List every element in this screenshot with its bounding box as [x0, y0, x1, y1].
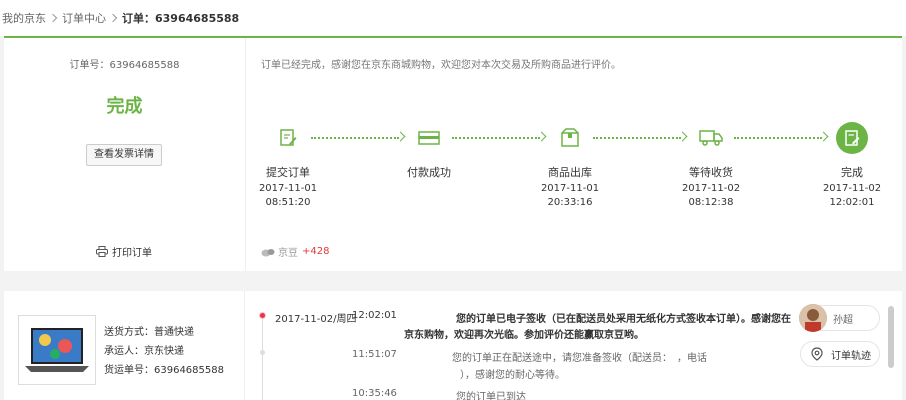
- track-text: ，电话: [677, 353, 707, 364]
- timeline-dot: [260, 350, 265, 355]
- edit-doc-icon: [272, 122, 304, 154]
- step-date: 2017-11-02: [681, 183, 741, 194]
- courier-name: 孙超: [833, 314, 853, 326]
- step-name: 完成: [841, 166, 863, 179]
- bean-icon: [261, 248, 275, 256]
- order-number: 订单号：63964685588: [69, 60, 180, 71]
- shipping-info: 送货方式：普通快递 承运人：京东快递 货运单号：63964685588: [104, 323, 224, 380]
- shipping-tracking-number: 货运单号：63964685588: [104, 365, 224, 376]
- track-time: 10:35:46: [352, 388, 397, 399]
- chevron-right-icon: [48, 13, 58, 23]
- step-name: 商品出库: [548, 166, 592, 179]
- step-time: 12:02:01: [829, 197, 875, 208]
- track-time: 11:51:07: [352, 349, 397, 360]
- track-time: 12:02:01: [352, 310, 397, 321]
- step-date: 2017-11-01: [540, 183, 600, 194]
- check-doc-icon: [836, 122, 868, 154]
- progress-step-delivering: 等待收货 2017-11-02 08:12:38: [666, 122, 756, 210]
- print-order-link[interactable]: 打印订单: [96, 244, 152, 259]
- progress-step-outbound: 商品出库 2017-11-01 20:33:16: [525, 122, 615, 210]
- step-time: 08:12:38: [688, 197, 734, 208]
- location-pin-icon: [811, 347, 823, 361]
- jd-bean-reward: 京豆 +428: [261, 244, 329, 259]
- timeline-dot-active: [259, 312, 266, 319]
- step-date: 2017-11-02: [822, 183, 882, 194]
- order-status-card: 订单号：63964685588 完成 查看发票详情 打印订单 订单已经完成，感谢…: [4, 36, 902, 271]
- progress-step-paid: 付款成功: [384, 122, 474, 182]
- step-name: 提交订单: [266, 166, 310, 179]
- breadcrumb-link-my-jd[interactable]: 我的京东: [2, 10, 46, 26]
- track-text: 您的订单正在配送途中，请您准备签收（配送员：: [452, 353, 672, 364]
- order-summary: 订单号：63964685588 完成 查看发票详情 打印订单: [4, 38, 246, 271]
- order-track-label: 订单轨迹: [831, 350, 871, 362]
- print-order-label: 打印订单: [112, 248, 152, 259]
- progress-step-complete: 完成 2017-11-02 12:02:01: [807, 122, 897, 210]
- card-icon: [413, 122, 445, 154]
- divider: [244, 291, 245, 400]
- track-text: 您的订单已到达: [456, 392, 526, 400]
- bean-label: 京豆: [278, 248, 298, 259]
- courier-contact[interactable]: 孙超: [799, 304, 880, 332]
- bean-value: +428: [302, 246, 330, 257]
- step-name: 付款成功: [407, 166, 451, 179]
- order-status: 完成: [106, 96, 143, 117]
- shipping-card: 送货方式：普通快递 承运人：京东快递 货运单号：63964685588 2017…: [4, 291, 902, 400]
- order-track-button[interactable]: 订单轨迹: [800, 341, 880, 367]
- timeline-line: [262, 317, 263, 400]
- progress-step-submit: 提交订单 2017-11-01 08:51:20: [243, 122, 333, 210]
- box-icon: [554, 122, 586, 154]
- track-text: 您的订单已电子签收（已在配送员处采用无纸化方式签收本订单）。感谢您在: [456, 314, 791, 325]
- view-invoice-button[interactable]: 查看发票详情: [86, 144, 162, 166]
- step-time: 20:33:16: [547, 197, 593, 208]
- track-text: 京东购物，欢迎再次光临。参加评价还能赢取京豆哟。: [404, 330, 644, 341]
- shipping-method: 送货方式：普通快递: [104, 327, 194, 338]
- breadcrumb-link-order-center[interactable]: 订单中心: [62, 10, 106, 26]
- breadcrumb-current: 订单：63964685588: [122, 12, 240, 25]
- step-date: 2017-11-01: [258, 183, 318, 194]
- scrollbar[interactable]: [888, 306, 894, 368]
- track-date: 2017-11-02/周四: [275, 314, 357, 325]
- truck-icon: [695, 122, 727, 154]
- printer-icon: [96, 246, 108, 257]
- track-text: ），感谢您的耐心等待。: [460, 370, 565, 381]
- shipping-carrier: 承运人：京东快递: [104, 346, 184, 357]
- breadcrumb: 我的京东 订单中心 订单：63964685588: [0, 0, 906, 36]
- step-time: 08:51:20: [265, 197, 311, 208]
- product-image[interactable]: [18, 315, 96, 385]
- step-name: 等待收货: [689, 166, 733, 179]
- order-notice: 订单已经完成，感谢您在京东商城购物，欢迎您对本次交易及所购商品进行评价。: [261, 60, 621, 71]
- chevron-right-icon: [108, 13, 118, 23]
- order-progress: 订单已经完成，感谢您在京东商城购物，欢迎您对本次交易及所购商品进行评价。 提交订…: [247, 38, 902, 271]
- avatar: [799, 304, 827, 332]
